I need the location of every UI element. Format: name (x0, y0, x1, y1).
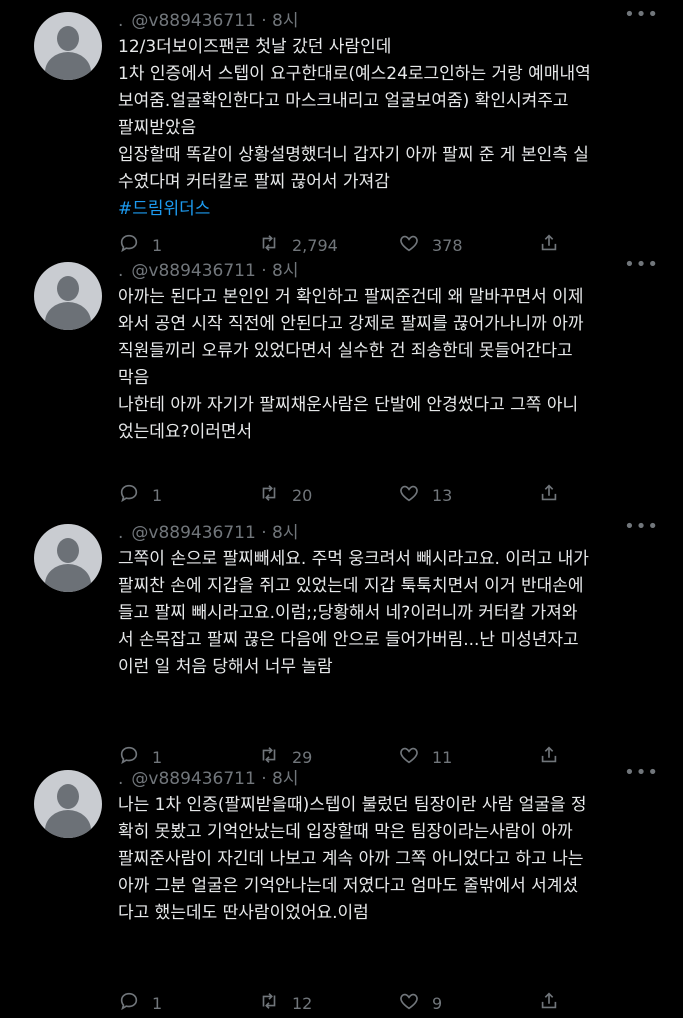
tweet-time[interactable]: 8시 (272, 523, 298, 543)
tweet-header: . @v889436711 · 8시 (118, 256, 663, 281)
tweet-text-line: 직원들끼리 오류가 있었다면서 실수한 건 죄송한데 못들어간다고 (118, 341, 573, 361)
tweet-header: . @v889436711 · 8시 (118, 6, 663, 31)
tweet-text-line: 확히 못봤고 기억안났는데 입장할때 막은 팀장이라는사람이 아까 (118, 822, 573, 842)
like-count: 13 (432, 485, 453, 505)
like-button[interactable]: 9 (398, 990, 538, 1016)
tweet-text-line: 아까는 된다고 본인인 거 확인하고 팔찌준건데 왜 말바꾸면서 이제 (118, 287, 584, 307)
retweet-count: 12 (292, 993, 313, 1013)
tweet-text-line: 입장할때 똑같이 상황설명했더니 갑자기 아까 팔찌 준 게 본인측 실 (118, 145, 589, 165)
reply-button[interactable]: 1 (118, 990, 258, 1016)
tweet-time[interactable]: 8시 (272, 261, 298, 281)
share-button[interactable] (538, 990, 560, 1016)
more-options-icon[interactable]: ••• (624, 254, 659, 275)
tweet-text-line: 다고 했는데도 딴사람이었어요.이럼 (118, 903, 369, 923)
user-handle[interactable]: @v889436711 (131, 769, 255, 789)
separator-dot: . (118, 769, 124, 789)
more-options-icon[interactable]: ••• (624, 762, 659, 783)
avatar[interactable] (34, 12, 102, 80)
tweet-text-line: 와서 공연 시작 직전에 안된다고 강제로 팔찌를 끊어가나니까 아까 (118, 314, 584, 334)
share-icon (538, 990, 560, 1016)
like-count: 9 (432, 993, 443, 1013)
tweet-text: 나는 1차 인증(팔찌받을때)스텝이 불렀던 팀장이란 사람 얼굴을 정확히 못… (118, 792, 658, 927)
tweet[interactable]: . @v889436711 · 8시 ••• 아까는 된다고 본인인 거 확인하고… (0, 250, 683, 512)
tweet[interactable]: . @v889436711 · 8시 ••• 12/3더보이즈팬콘 첫날 갔던 사… (0, 0, 683, 255)
retweet-button[interactable]: 20 (258, 482, 398, 508)
tweet-text-line: 수였다며 커터칼로 팔찌 끊어서 가져감 (118, 172, 390, 192)
retweet-button[interactable]: 12 (258, 990, 398, 1016)
tweet[interactable]: . @v889436711 · 8시 ••• 그쪽이 손으로 팔찌빼세요. 주먹 … (0, 512, 683, 767)
separator-dot: . (118, 11, 124, 31)
retweet-count: 20 (292, 485, 313, 505)
user-handle[interactable]: @v889436711 (131, 523, 255, 543)
tweet-actions: 1 12 9 (118, 988, 578, 1018)
tweet-text-line: 었는데요?이러면서 (118, 422, 253, 442)
tweet-actions: 1 20 13 (118, 480, 578, 510)
tweet-text-line: 나는 1차 인증(팔찌받을때)스텝이 불렀던 팀장이란 사람 얼굴을 정 (118, 795, 587, 815)
tweet-text-line: 12/3더보이즈팬콘 첫날 갔던 사람인데 (118, 37, 392, 57)
hashtag-link[interactable]: #드림위더스 (118, 196, 658, 223)
tweet-text: 그쪽이 손으로 팔찌빼세요. 주먹 웅크려서 빼시라고요. 이러고 내가팔찌찬 … (118, 546, 658, 681)
tweet-text-line: 막음 (118, 368, 150, 388)
reply-button[interactable]: 1 (118, 482, 258, 508)
avatar[interactable] (34, 262, 102, 330)
avatar[interactable] (34, 770, 102, 838)
tweet-text-line: 보여줌.얼굴확인한다고 마스크내리고 얼굴보여줌) 확인시켜주고 (118, 91, 569, 111)
tweet-text: 12/3더보이즈팬콘 첫날 갔던 사람인데 1차 인증에서 스텝이 요구한대로(예… (118, 34, 658, 223)
tweet-time[interactable]: 8시 (272, 11, 298, 31)
reply-icon (118, 990, 140, 1016)
tweet[interactable]: . @v889436711 · 8시 ••• 나는 1차 인증(팔찌받을때)스텝이… (0, 758, 683, 1013)
tweet-text-line: 팔찌찬 손에 지갑을 쥐고 있었는데 지갑 툭툭치면서 이거 반대손에 (118, 576, 584, 596)
tweet-text-line: 이런 일 처음 당해서 너무 놀람 (118, 657, 333, 677)
tweet-header: . @v889436711 · 8시 (118, 764, 663, 789)
tweet-text-line: 팔찌받았음 (118, 118, 197, 138)
user-handle[interactable]: @v889436711 (131, 261, 255, 281)
user-handle[interactable]: @v889436711 (131, 11, 255, 31)
separator-dot: · (255, 11, 273, 31)
retweet-icon (258, 990, 280, 1016)
more-options-icon[interactable]: ••• (624, 516, 659, 537)
separator-dot: · (255, 769, 273, 789)
more-options-icon[interactable]: ••• (624, 4, 659, 25)
retweet-icon (258, 482, 280, 508)
tweet-text-line: 그쪽이 손으로 팔찌빼세요. 주먹 웅크려서 빼시라고요. 이러고 내가 (118, 549, 589, 569)
reply-count: 1 (152, 485, 163, 505)
tweet-text-line: 1차 인증에서 스텝이 요구한대로(예스24로그인하는 거랑 예매내역 (118, 64, 591, 84)
like-button[interactable]: 13 (398, 482, 538, 508)
reply-icon (118, 482, 140, 508)
separator-dot: · (255, 261, 273, 281)
heart-icon (398, 990, 420, 1016)
reply-count: 1 (152, 993, 163, 1013)
share-icon (538, 482, 560, 508)
share-button[interactable] (538, 482, 560, 508)
avatar[interactable] (34, 524, 102, 592)
tweet-text-line: 팔찌준사람이 자긴데 나보고 계속 아까 그쪽 아니었다고 하고 나는 (118, 849, 584, 869)
separator-dot: . (118, 523, 124, 543)
tweet-text-line: 아까 그분 얼굴은 기억안나는데 저였다고 엄마도 줄밖에서 서계셨 (118, 876, 579, 896)
heart-icon (398, 482, 420, 508)
separator-dot: . (118, 261, 124, 281)
tweet-text-line: 서 손목잡고 팔찌 끊은 다음에 안으로 들어가버림...난 미성년자고 (118, 630, 579, 650)
tweet-header: . @v889436711 · 8시 (118, 518, 663, 543)
tweet-text-line: 나한테 아까 자기가 팔찌채운사람은 단발에 안경썼다고 그쪽 아니 (118, 395, 579, 415)
timeline: . @v889436711 · 8시 ••• 12/3더보이즈팬콘 첫날 갔던 사… (0, 0, 683, 1013)
tweet-text: 아까는 된다고 본인인 거 확인하고 팔찌준건데 왜 말바꾸면서 이제와서 공연… (118, 284, 658, 446)
tweet-text-line: 들고 팔찌 빼시라고요.이럼;;당황해서 네?이러니까 커터칼 가져와 (118, 603, 578, 623)
separator-dot: · (255, 523, 273, 543)
tweet-time[interactable]: 8시 (272, 769, 298, 789)
